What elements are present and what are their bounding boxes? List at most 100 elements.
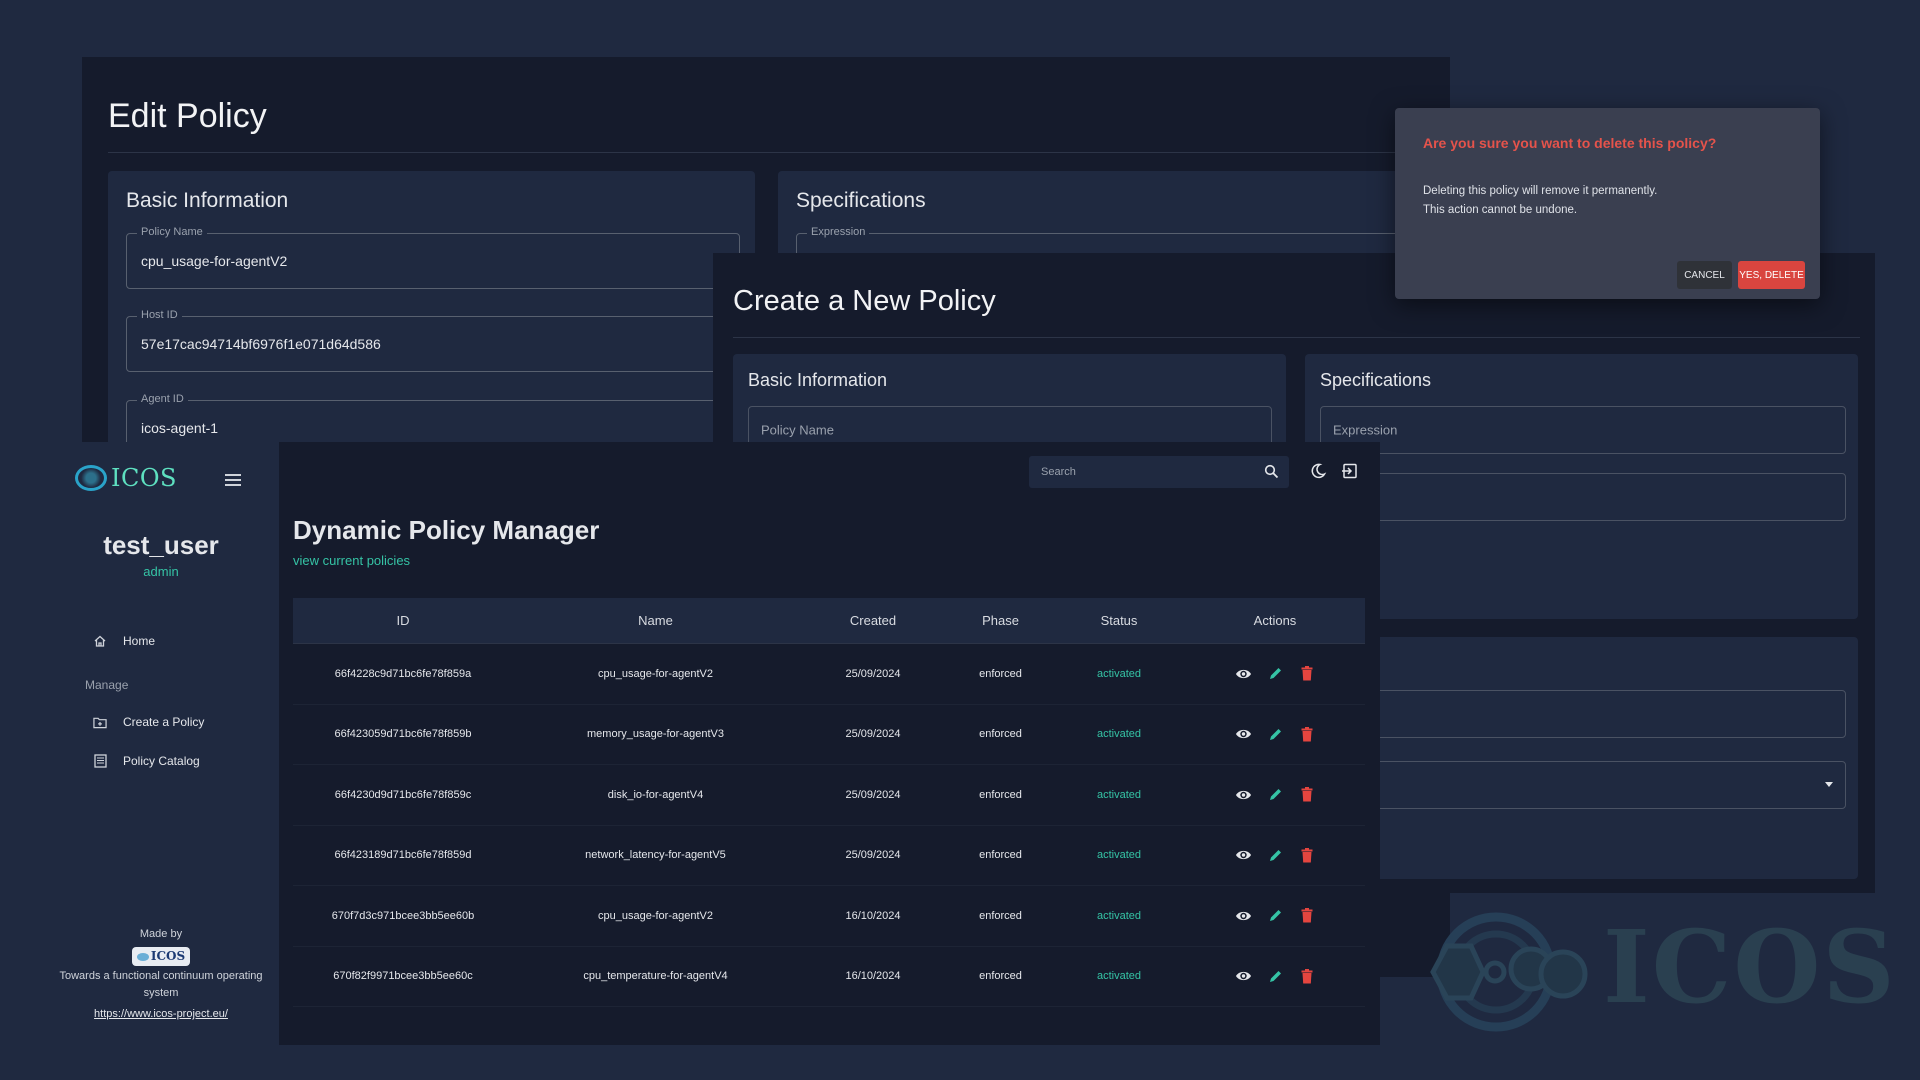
brand-logo[interactable]: ICOS: [75, 464, 177, 492]
card-title: Basic Information: [126, 189, 289, 212]
edit-pencil-icon[interactable]: [1266, 725, 1284, 743]
sidebar-item-create-policy[interactable]: Create a Policy: [93, 715, 204, 729]
column-header-actions: Actions: [1253, 613, 1297, 628]
sidebar-item-policy-catalog[interactable]: Policy Catalog: [93, 754, 200, 768]
chevron-down-icon: [1825, 782, 1833, 787]
search-input[interactable]: [1029, 456, 1289, 488]
table-row[interactable]: 670f7d3c971bcee3bb5ee60b cpu_usage-for-ag…: [293, 886, 1365, 947]
create-action-card: [1305, 637, 1858, 879]
view-eye-icon[interactable]: [1234, 907, 1252, 925]
cell-phase: enforced: [979, 909, 1022, 922]
column-header-name[interactable]: Name: [513, 613, 798, 628]
edit-pencil-icon[interactable]: [1266, 846, 1284, 864]
view-eye-icon[interactable]: [1234, 665, 1252, 683]
table-row[interactable]: 66f423059d71bc6fe78f859b memory_usage-for…: [293, 705, 1365, 765]
sidebar-footer: Made by ICOS Towards a functional contin…: [43, 926, 279, 1023]
cell-name: cpu_temperature-for-agentV4: [583, 970, 728, 983]
table-row[interactable]: 66f4230d9d71bc6fe78f859c disk_io-for-agen…: [293, 765, 1365, 826]
cell-status: activated: [1096, 667, 1142, 680]
confirm-delete-button[interactable]: YES, DELETE: [1738, 261, 1805, 289]
edit-pencil-icon[interactable]: [1266, 967, 1284, 985]
cell-id: 66f423059d71bc6fe78f859b: [334, 728, 472, 741]
edit-pencil-icon[interactable]: [1266, 786, 1284, 804]
view-eye-icon[interactable]: [1234, 725, 1252, 743]
sidebar-item-label: Create a Policy: [123, 715, 205, 729]
field-value: cpu_usage-for-agentV2: [141, 253, 288, 269]
icos-watermark: ICOS: [1423, 908, 1895, 1032]
cell-name: memory_usage-for-agentV3: [587, 728, 724, 741]
column-header-phase[interactable]: Phase: [948, 613, 1053, 628]
cell-name: cpu_usage-for-agentV2: [598, 909, 713, 922]
edit-pencil-icon[interactable]: [1266, 907, 1284, 925]
row-actions: [1185, 967, 1365, 985]
policies-table: ID Name Created Phase Status Actions 66f…: [293, 598, 1365, 1007]
delete-trash-icon[interactable]: [1298, 786, 1316, 804]
dark-mode-moon-icon[interactable]: [1309, 462, 1327, 480]
page-subtitle: view current policies: [293, 553, 411, 568]
http-method-select[interactable]: [1320, 761, 1846, 809]
placeholder: Policy Name: [761, 422, 834, 438]
sidebar: ICOS test_user admin Home Manage Create …: [43, 442, 279, 1045]
webhook-url-input[interactable]: [1320, 690, 1846, 738]
card-title: Specifications: [1320, 370, 1432, 390]
table-row[interactable]: 670f82f9971bcee3bb5ee60c cpu_temperature-…: [293, 947, 1365, 1007]
cancel-button[interactable]: CANCEL: [1677, 261, 1732, 289]
icos-logo-icon: [136, 952, 149, 961]
cell-created: 25/09/2024: [845, 788, 901, 801]
cell-phase: enforced: [979, 970, 1022, 983]
delete-trash-icon[interactable]: [1298, 907, 1316, 925]
footer-logo-text: ICOS: [150, 949, 186, 963]
footer-logo: ICOS: [131, 947, 191, 966]
row-actions: [1185, 907, 1365, 925]
cell-created: 25/09/2024: [845, 728, 901, 741]
column-header-status[interactable]: Status: [1053, 613, 1185, 628]
row-actions: [1185, 786, 1365, 804]
edit-pencil-icon[interactable]: [1266, 665, 1284, 683]
table-body: 66f4228c9d71bc6fe78f859a cpu_usage-for-ag…: [293, 644, 1365, 1007]
sidebar-section-label: Manage: [85, 678, 129, 692]
search-box[interactable]: [1029, 456, 1289, 488]
column-header-id[interactable]: ID: [293, 613, 513, 628]
table-header: ID Name Created Phase Status Actions: [293, 598, 1365, 644]
column-header-created[interactable]: Created: [798, 613, 948, 628]
card-title: Specifications: [796, 189, 926, 212]
delete-trash-icon[interactable]: [1298, 846, 1316, 864]
table-row[interactable]: 66f423189d71bc6fe78f859d network_latency-…: [293, 826, 1365, 886]
row-actions: [1185, 725, 1365, 743]
host-id-field[interactable]: Host ID 57e17cac94714bf6976f1e071d64d586: [126, 309, 740, 372]
delete-trash-icon[interactable]: [1298, 665, 1316, 683]
threshold-input[interactable]: [1320, 473, 1846, 521]
view-eye-icon[interactable]: [1234, 786, 1252, 804]
list-document-icon: [93, 754, 107, 768]
field-label: Expression: [807, 226, 870, 238]
cell-id: 670f82f9971bcee3bb5ee60c: [333, 970, 473, 983]
card-title: Basic Information: [748, 370, 888, 390]
menu-toggle-icon[interactable]: [225, 474, 241, 486]
made-by-label: Made by: [139, 928, 183, 940]
view-eye-icon[interactable]: [1234, 846, 1252, 864]
delete-trash-icon[interactable]: [1298, 725, 1316, 743]
cell-id: 66f4230d9d71bc6fe78f859c: [334, 788, 472, 801]
policy-name-field[interactable]: Policy Name cpu_usage-for-agentV2: [126, 226, 740, 289]
delete-confirmation-dialog: Are you sure you want to delete this pol…: [1395, 108, 1820, 299]
view-eye-icon[interactable]: [1234, 967, 1252, 985]
create-specifications-card: Specifications Expression: [1305, 354, 1858, 619]
divider: [733, 337, 1860, 338]
sidebar-item-home[interactable]: Home: [93, 634, 155, 648]
cell-created: 16/10/2024: [845, 970, 901, 983]
expression-input[interactable]: Expression: [1320, 406, 1846, 454]
logout-icon[interactable]: [1341, 462, 1359, 480]
field-value: icos-agent-1: [141, 420, 219, 436]
project-link[interactable]: https://www.icos-project.eu/: [94, 1008, 228, 1020]
field-value: 57e17cac94714bf6976f1e071d64d586: [141, 336, 381, 352]
table-row[interactable]: 66f4228c9d71bc6fe78f859a cpu_usage-for-ag…: [293, 644, 1365, 705]
row-actions: [1185, 665, 1365, 683]
search-icon[interactable]: [1264, 464, 1279, 479]
delete-trash-icon[interactable]: [1298, 967, 1316, 985]
cell-phase: enforced: [979, 849, 1022, 862]
tagline: Towards a functional continuum operating…: [59, 970, 263, 999]
row-actions: [1185, 846, 1365, 864]
edit-policy-title: Edit Policy: [108, 97, 267, 135]
cell-name: network_latency-for-agentV5: [585, 849, 726, 862]
cell-id: 66f423189d71bc6fe78f859d: [334, 849, 472, 862]
